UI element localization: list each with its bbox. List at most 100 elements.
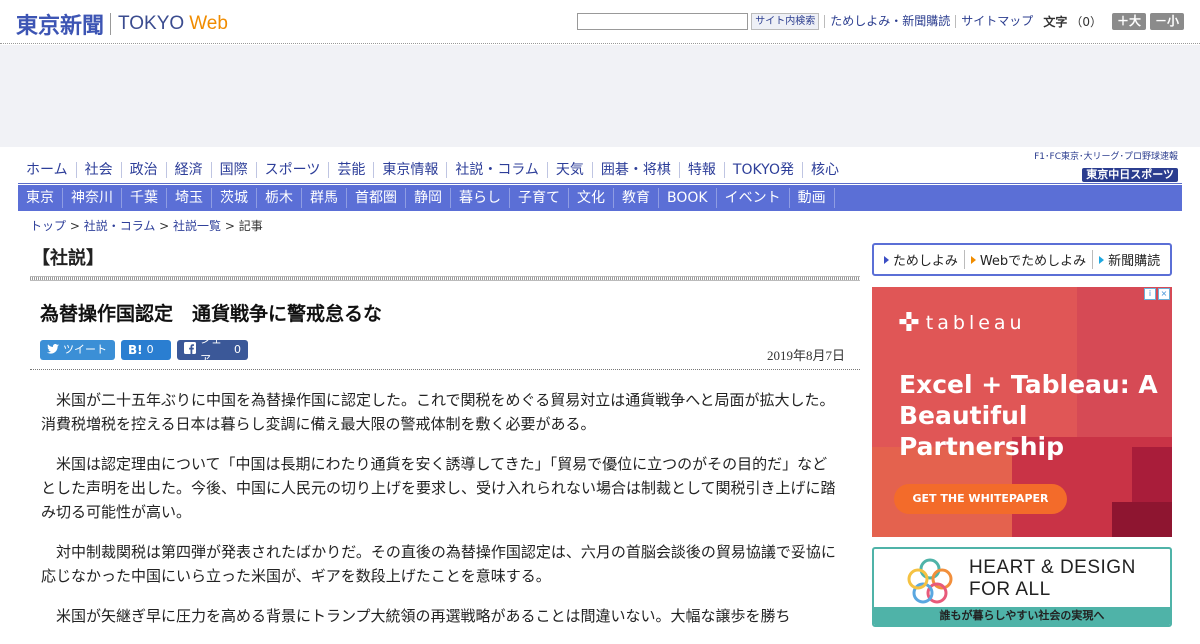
tweet-button[interactable]: ツイート <box>40 340 115 360</box>
facebook-share-button[interactable]: シェア 0 <box>177 333 248 366</box>
nav2-tokyo[interactable]: 東京 <box>18 188 63 208</box>
sports-banner-logo: 東京中日スポーツ <box>1082 168 1178 182</box>
nav-editorial-column[interactable]: 社説・コラム <box>446 162 547 178</box>
breadcrumb-sep: > <box>221 219 239 233</box>
facebook-icon <box>184 340 196 360</box>
ad-choices[interactable]: i × <box>1144 288 1170 300</box>
section-heading: 【社説】 <box>32 248 104 269</box>
fontsize-smaller-button[interactable]: －小 <box>1149 13 1184 30</box>
nav2-parenting[interactable]: 子育て <box>510 188 569 208</box>
fontsize-value: （0） <box>1070 15 1102 29</box>
hatena-count: 0 <box>146 343 154 356</box>
logo-en: TOKYO <box>118 13 185 34</box>
promo-web-trial-label: Webでためしよみ <box>979 254 1087 269</box>
util-link-subscribe[interactable]: ためしよみ・新聞購読 <box>824 15 955 28</box>
nav2-culture[interactable]: 文化 <box>569 188 614 208</box>
ad-close-icon[interactable]: × <box>1158 288 1170 300</box>
nav2-education[interactable]: 教育 <box>614 188 659 208</box>
promo-trial-label: ためしよみ <box>892 254 958 269</box>
article-paragraph: 米国が矢継ぎ早に圧力を高める背景にトランプ大統領の再選戦略があることは間違いない… <box>56 607 791 625</box>
nav2-video[interactable]: 動画 <box>790 188 835 208</box>
heart-design-ad[interactable]: HEART & DESIGN FOR ALL 誰もが暮らしやすい社会の実現へ <box>872 547 1172 627</box>
nav-home[interactable]: ホーム <box>18 162 76 178</box>
breadcrumb-current: 記事 <box>238 219 263 233</box>
nav2-kanagawa[interactable]: 神奈川 <box>63 188 122 208</box>
tableau-wordmark: tableau <box>925 312 1026 334</box>
nav2-tochigi[interactable]: 栃木 <box>257 188 302 208</box>
ad-block <box>1112 502 1172 537</box>
tableau-logo: ✜ tableau <box>898 308 1026 338</box>
search-button[interactable]: サイト内検索 <box>751 13 820 30</box>
primary-nav: ホーム 社会 政治 経済 国際 スポーツ 芸能 東京情報 社説・コラム 天気 囲… <box>18 152 1182 184</box>
chunichi-sports-banner[interactable]: F1･FC東京･大リーグ･プロ野球速報 東京中日スポーツ <box>1020 152 1178 182</box>
logo-jp: 東京新聞 <box>16 13 105 39</box>
nav2-event[interactable]: イベント <box>717 188 790 208</box>
breadcrumb-editorial-column[interactable]: 社説・コラム <box>84 219 156 233</box>
article-title: 為替操作国認定 通貨戦争に警戒怠るな <box>40 303 383 325</box>
search-input[interactable] <box>577 13 749 30</box>
article-body: 米国が二十五年ぶりに中国を為替操作国に認定した。これで関税をめぐる貿易対立は通貨… <box>41 388 841 644</box>
breadcrumb: トップ > 社説・コラム > 社説一覧 > 記事 <box>30 217 263 234</box>
nav-politics[interactable]: 政治 <box>120 162 166 178</box>
ad2-title-line1: HEART & DESIGN <box>969 557 1136 578</box>
nav2-shizuoka[interactable]: 静岡 <box>406 188 451 208</box>
nav-tokyo-info[interactable]: 東京情報 <box>373 162 446 178</box>
nav-tokyo-hatsu[interactable]: TOKYO発 <box>723 162 802 178</box>
facebook-share-label: シェア <box>200 333 222 366</box>
nav-economy[interactable]: 経済 <box>165 162 211 178</box>
arrow-right-icon <box>1099 255 1105 264</box>
ad2-title: HEART & DESIGN FOR ALL <box>969 557 1136 601</box>
breadcrumb-editorial-list[interactable]: 社説一覧 <box>173 219 221 233</box>
article-date: 2019年8月7日 <box>767 348 846 363</box>
tableau-ad[interactable]: i × ✜ tableau Excel + Tableau: A Beautif… <box>872 287 1172 537</box>
nav2-chiba[interactable]: 千葉 <box>122 188 167 208</box>
promo-web-trial-link[interactable]: Webでためしよみ <box>963 250 1092 269</box>
nav-weather[interactable]: 天気 <box>546 162 592 178</box>
subscription-promo-box: ためしよみ Webでためしよみ 新聞購読 <box>872 243 1172 276</box>
promo-subscribe-link[interactable]: 新聞購読 <box>1092 250 1166 269</box>
nav-society[interactable]: 社会 <box>75 162 121 178</box>
logo-divider <box>110 13 112 35</box>
site-header: 東京新聞 TOKYO Web サイト内検索 ためしよみ・新聞購読 サイトマップ … <box>0 0 1200 44</box>
site-logo[interactable]: 東京新聞 TOKYO Web <box>16 8 228 40</box>
promo-trial-link[interactable]: ためしよみ <box>878 250 964 269</box>
nav-special-report[interactable]: 特報 <box>678 162 724 178</box>
nav2-book[interactable]: BOOK <box>659 188 717 208</box>
util-link-sitemap[interactable]: サイトマップ <box>955 15 1038 28</box>
arrow-right-icon <box>970 255 976 264</box>
article-divider <box>30 369 860 370</box>
social-buttons: ツイート B! 0 シェア 0 <box>40 333 254 366</box>
section-divider <box>30 276 860 281</box>
ad-info-icon[interactable]: i <box>1144 288 1156 300</box>
heart-design-emblem-icon <box>907 558 953 604</box>
top-ad-space <box>0 45 1200 147</box>
utility-bar: サイト内検索 ためしよみ・新聞購読 サイトマップ 文字 （0） ＋大 －小 <box>577 13 1184 30</box>
nav-go-shogi[interactable]: 囲碁・将棋 <box>591 162 679 178</box>
nav2-ibaraki[interactable]: 茨城 <box>212 188 257 208</box>
article-paragraph: 対中制裁関税は第四弾が発表されたばかりだ。その直後の為替操作国認定は、六月の首脳… <box>41 543 836 585</box>
nav2-shutoken[interactable]: 首都圏 <box>347 188 406 208</box>
breadcrumb-top[interactable]: トップ <box>30 219 66 233</box>
nav-entertainment[interactable]: 芸能 <box>328 162 373 178</box>
ad-cta-button[interactable]: GET THE WHITEPAPER <box>894 484 1067 514</box>
nav2-saitama[interactable]: 埼玉 <box>167 188 212 208</box>
hatena-bookmark-icon: B! <box>128 343 143 357</box>
promo-subscribe-label: 新聞購読 <box>1108 254 1161 269</box>
tweet-label: ツイート <box>63 343 107 356</box>
nav-international[interactable]: 国際 <box>210 162 256 178</box>
fontsize-label: 文字 <box>1043 15 1068 29</box>
nav-sports[interactable]: スポーツ <box>255 162 329 178</box>
breadcrumb-sep: > <box>155 219 174 233</box>
nav2-gunma[interactable]: 群馬 <box>302 188 347 208</box>
fontsize-larger-button[interactable]: ＋大 <box>1111 13 1146 30</box>
hatena-bookmark-button[interactable]: B! 0 <box>121 340 171 360</box>
nav-kakushin[interactable]: 核心 <box>801 162 847 178</box>
ad2-title-line2: FOR ALL <box>969 579 1051 600</box>
nav2-living[interactable]: 暮らし <box>451 188 510 208</box>
breadcrumb-sep: > <box>66 219 84 233</box>
article-paragraph: 米国は認定理由について「中国は長期にわたり通貨を安く誘導してきた」「貿易で優位に… <box>41 455 836 521</box>
twitter-bird-icon <box>47 340 59 360</box>
sports-banner-caption: F1･FC東京･大リーグ･プロ野球速報 <box>1034 152 1178 162</box>
arrow-right-icon <box>883 255 889 264</box>
tableau-plus-icon: ✜ <box>898 308 920 338</box>
